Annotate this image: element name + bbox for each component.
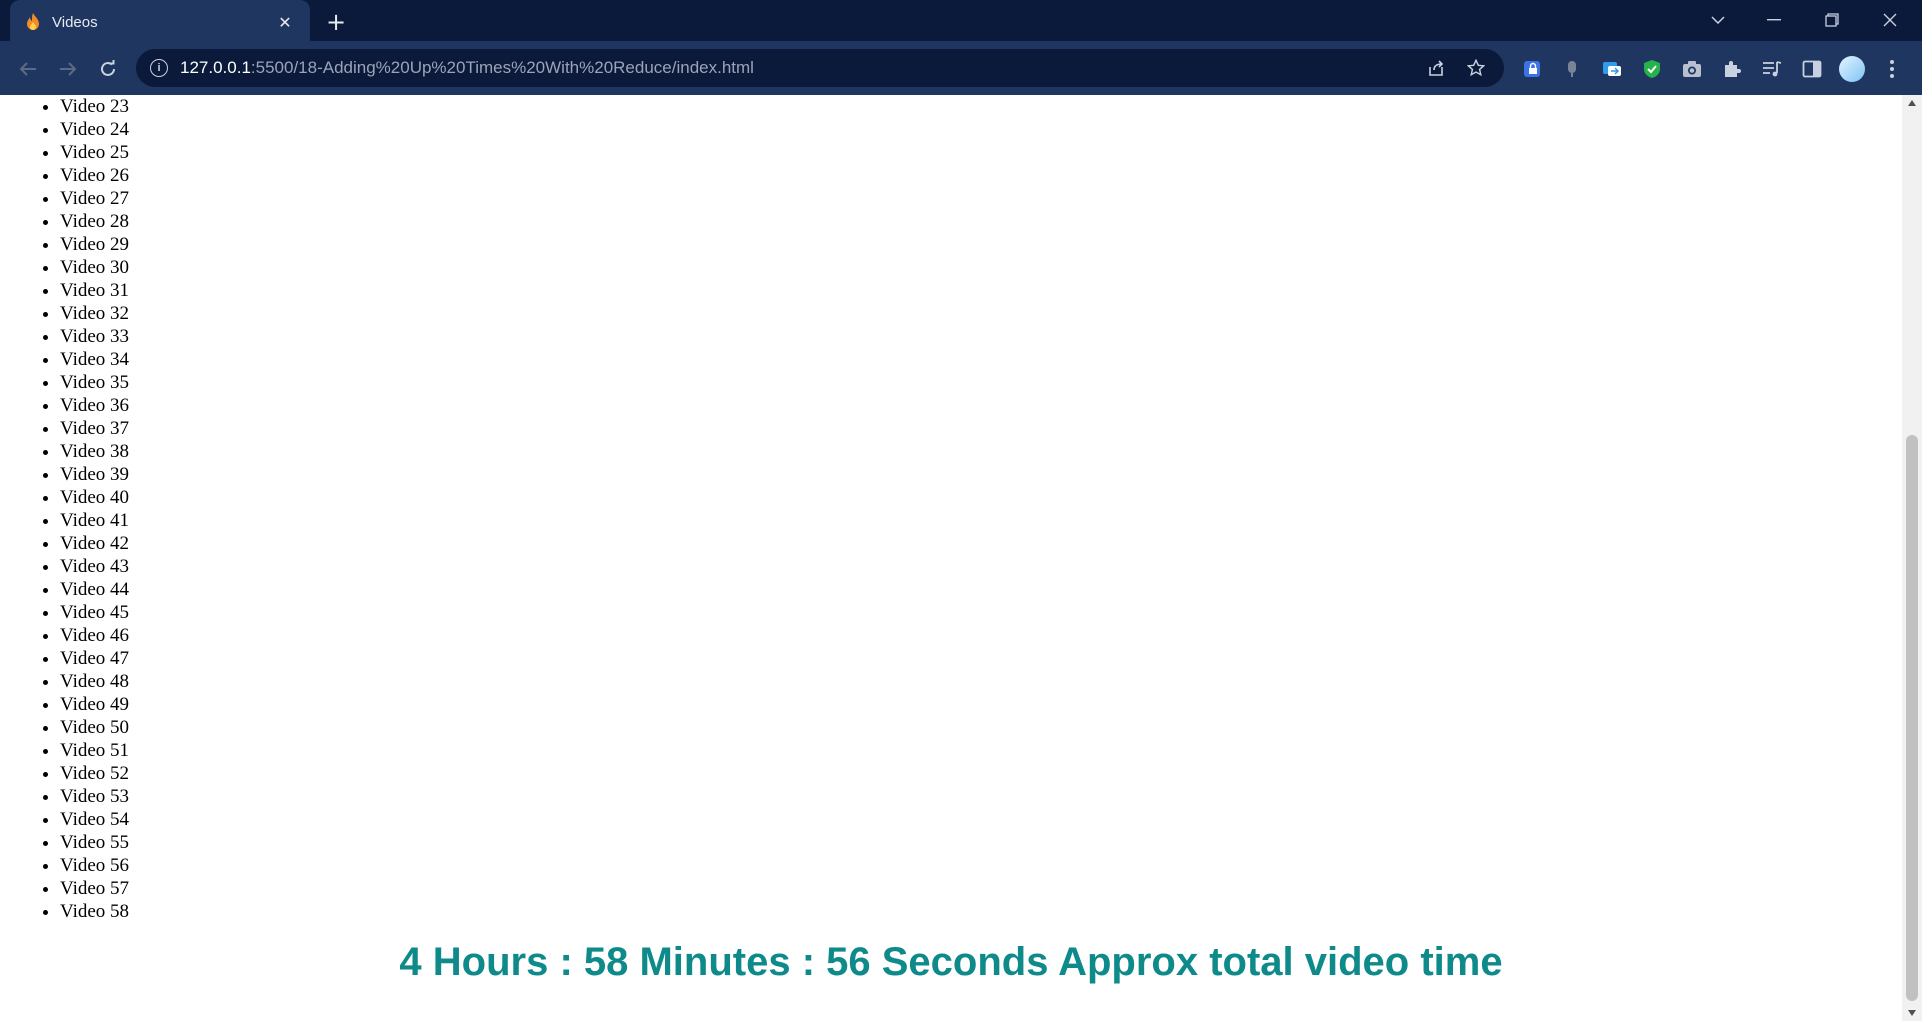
list-item: Video 35 (60, 371, 129, 394)
list-item: Video 41 (60, 509, 129, 532)
list-item: Video 36 (60, 394, 129, 417)
list-item: Video 34 (60, 348, 129, 371)
camera-icon[interactable] (1678, 55, 1706, 83)
back-arrow-icon[interactable] (14, 55, 42, 83)
total-video-time: 4 Hours : 58 Minutes : 56 Seconds Approx… (399, 940, 1503, 984)
media-queue-icon[interactable] (1758, 55, 1786, 83)
info-icon[interactable]: i (150, 59, 168, 77)
list-item: Video 51 (60, 739, 129, 762)
side-panel-icon[interactable] (1798, 55, 1826, 83)
reload-icon[interactable] (94, 55, 122, 83)
list-item: Video 48 (60, 670, 129, 693)
list-item: Video 45 (60, 601, 129, 624)
list-item: Video 27 (60, 187, 129, 210)
list-item: Video 37 (60, 417, 129, 440)
list-item: Video 29 (60, 233, 129, 256)
list-item: Video 43 (60, 555, 129, 578)
kebab-menu-icon[interactable] (1878, 55, 1906, 83)
address-bar[interactable]: i 127.0.0.1:5500/18-Adding%20Up%20Times%… (136, 49, 1504, 87)
list-item: Video 23 (60, 95, 129, 118)
list-item: Video 55 (60, 831, 129, 854)
adblock-shield-icon[interactable] (1638, 55, 1666, 83)
list-item: Video 54 (60, 808, 129, 831)
list-item: Video 40 (60, 486, 129, 509)
list-item: Video 58 (60, 900, 129, 923)
tab-title: Videos (52, 13, 98, 31)
list-item: Video 50 (60, 716, 129, 739)
list-item: Video 49 (60, 693, 129, 716)
scroll-up-arrow-icon[interactable] (1902, 95, 1922, 111)
list-item: Video 46 (60, 624, 129, 647)
puzzle-icon[interactable] (1718, 55, 1746, 83)
shield-lock-icon[interactable] (1518, 55, 1546, 83)
browser-toolbar: i 127.0.0.1:5500/18-Adding%20Up%20Times%… (0, 41, 1922, 95)
star-icon[interactable] (1462, 54, 1490, 82)
url-path: :5500/18-Adding%20Up%20Times%20With%20Re… (250, 58, 754, 77)
restore-icon[interactable] (1804, 0, 1860, 40)
list-item: Video 32 (60, 302, 129, 325)
list-item: Video 33 (60, 325, 129, 348)
video-list: Video 23Video 24Video 25Video 26Video 27… (0, 95, 129, 923)
list-item: Video 31 (60, 279, 129, 302)
tab-strip: Videos ✕ + (0, 0, 1922, 44)
avatar-icon[interactable] (1838, 55, 1866, 83)
close-tab-icon[interactable]: ✕ (274, 11, 296, 33)
scrollbar-thumb[interactable] (1906, 435, 1918, 1001)
url-text[interactable]: 127.0.0.1:5500/18-Adding%20Up%20Times%20… (180, 58, 1410, 78)
share-icon[interactable] (1422, 54, 1450, 82)
list-item: Video 28 (60, 210, 129, 233)
tab-search-icon[interactable] (1690, 0, 1746, 40)
list-item: Video 25 (60, 141, 129, 164)
url-host: 127.0.0.1 (180, 58, 251, 77)
list-item: Video 30 (60, 256, 129, 279)
new-tab-button[interactable]: + (322, 8, 350, 36)
list-item: Video 38 (60, 440, 129, 463)
translate-icon[interactable] (1598, 55, 1626, 83)
forward-arrow-icon[interactable] (54, 55, 82, 83)
close-window-icon[interactable] (1862, 0, 1918, 40)
list-item: Video 47 (60, 647, 129, 670)
minimize-icon[interactable] (1746, 0, 1802, 40)
list-item: Video 53 (60, 785, 129, 808)
list-item: Video 24 (60, 118, 129, 141)
scroll-down-arrow-icon[interactable] (1902, 1005, 1922, 1021)
tab-videos[interactable]: Videos ✕ (10, 0, 310, 44)
list-item: Video 42 (60, 532, 129, 555)
list-item: Video 57 (60, 877, 129, 900)
list-item: Video 56 (60, 854, 129, 877)
mic-icon[interactable] (1558, 55, 1586, 83)
list-item: Video 44 (60, 578, 129, 601)
list-item: Video 26 (60, 164, 129, 187)
page-viewport: Video 23Video 24Video 25Video 26Video 27… (0, 95, 1902, 1021)
list-item: Video 39 (60, 463, 129, 486)
list-item: Video 52 (60, 762, 129, 785)
flame-icon (24, 12, 42, 32)
vertical-scrollbar[interactable] (1902, 95, 1922, 1021)
browser-window: Videos ✕ + i 127.0.0.1:5500/18-Adding%20 (0, 0, 1922, 1021)
